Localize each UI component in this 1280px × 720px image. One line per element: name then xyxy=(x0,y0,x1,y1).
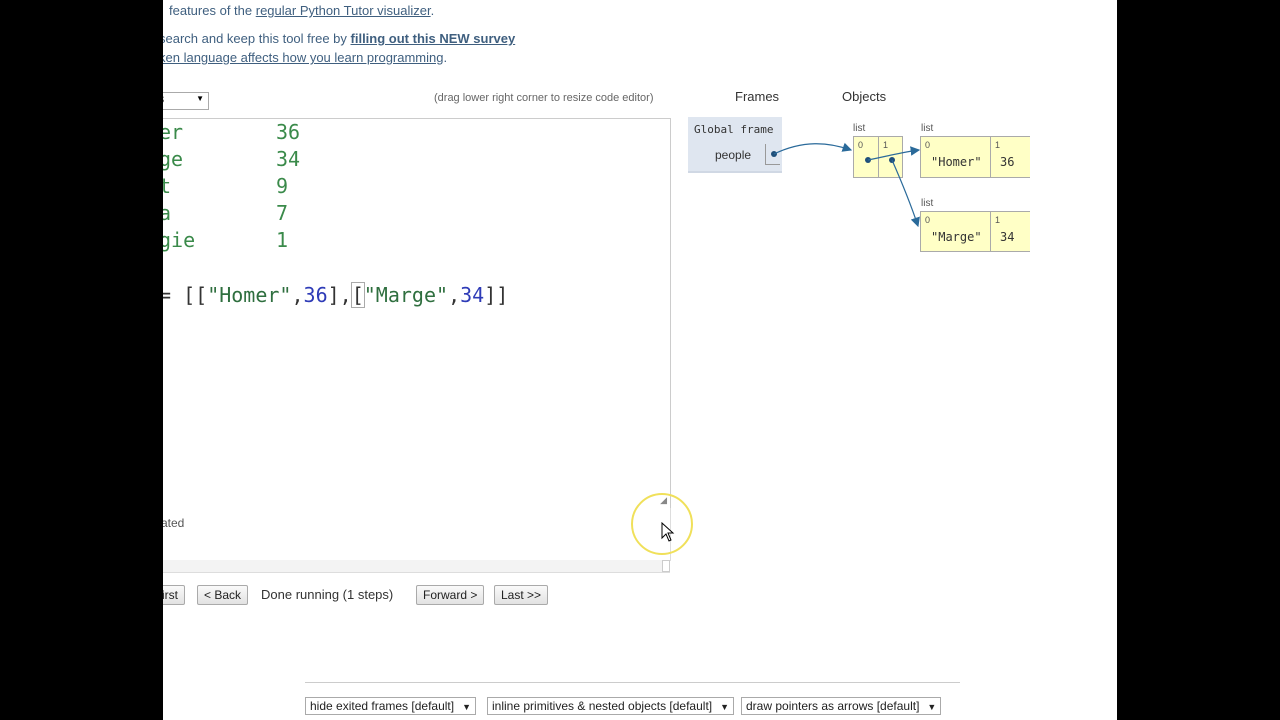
nesting-option-value: inline primitives & nested objects [defa… xyxy=(492,699,713,713)
output-text: ated xyxy=(163,516,185,530)
back-button[interactable]: < Back xyxy=(197,585,249,605)
program-output: ated xyxy=(163,508,671,561)
arrow-1-to-marge xyxy=(891,159,920,228)
chevron-down-icon: ▼ xyxy=(927,702,937,712)
pointers-option-value: draw pointers as arrows [default] xyxy=(746,699,920,713)
last-button[interactable]: Last >> xyxy=(494,585,549,605)
arrow-people-to-outer xyxy=(773,142,853,155)
chevron-down-icon: ▼ xyxy=(462,702,472,712)
pointers-option-select[interactable]: draw pointers as arrows [default] ▼ xyxy=(741,697,942,715)
options-divider xyxy=(305,682,960,683)
python-tutor-page: features of the regular Python Tutor vis… xyxy=(163,0,1117,720)
forward-button[interactable]: Forward > xyxy=(416,585,485,605)
mouse-cursor-icon xyxy=(661,522,675,542)
first-button[interactable]: irst xyxy=(163,585,185,605)
scrollbar-thumb[interactable] xyxy=(662,560,670,572)
chevron-down-icon: ▼ xyxy=(720,702,730,712)
pointer-arrows xyxy=(771,142,921,228)
frames-option-select[interactable]: hide exited frames [default] ▼ xyxy=(305,697,477,715)
frames-option-value: hide exited frames [default] xyxy=(310,699,455,713)
horizontal-scrollbar[interactable] xyxy=(163,560,670,573)
nesting-option-select[interactable]: inline primitives & nested objects [defa… xyxy=(487,697,735,715)
execution-status: Done running (1 steps) xyxy=(261,587,394,602)
